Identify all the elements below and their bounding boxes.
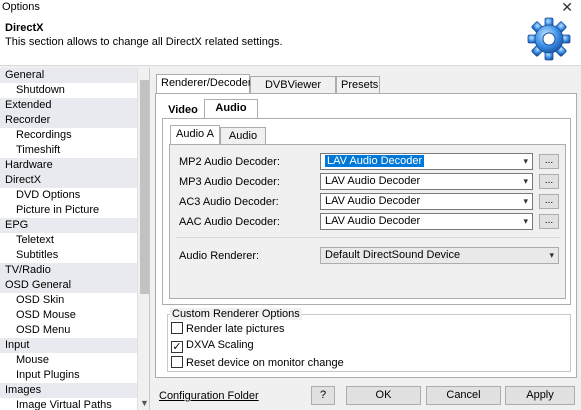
cancel-button[interactable]: Cancel [426,386,501,405]
mp3-decoder-label: MP3 Audio Decoder: [179,176,280,188]
sidebar-item-directx[interactable]: DirectX [0,173,149,188]
audio-renderer-value: Default DirectSound Device [325,249,461,261]
audio-renderer-label: Audio Renderer: [179,250,260,262]
ac3-decoder-label: AC3 Audio Decoder: [179,196,279,208]
sidebar-item-images[interactable]: Images [0,383,149,398]
aac-decoder-value: LAV Audio Decoder [325,215,421,227]
aac-decoder-label: AAC Audio Decoder: [179,216,280,228]
mp2-decoder-value: LAV Audio Decoder [325,155,425,167]
sidebar-item-osd-menu[interactable]: OSD Menu [0,323,149,338]
tab-audio-b[interactable]: Audio B [220,127,266,158]
mp2-decoder-options-button[interactable]: ... [539,154,559,169]
tab-video[interactable]: Video [162,101,204,119]
sidebar-item-timeshift[interactable]: Timeshift [0,143,149,158]
aac-decoder-options-button[interactable]: ... [539,214,559,229]
section-description: This section allows to change all Direct… [5,36,283,48]
sidebar-item-osd-mouse[interactable]: OSD Mouse [0,308,149,323]
custom-renderer-options-title: Custom Renderer Options [170,308,302,320]
check-icon[interactable]: ✓ [171,341,183,353]
help-button[interactable]: ? [311,386,335,405]
mp3-decoder-options-button[interactable]: ... [539,174,559,189]
mp3-decoder-value: LAV Audio Decoder [325,175,421,187]
divider [176,237,560,238]
dxva-scaling-checkbox[interactable]: ✓ DXVA Scaling [171,339,254,353]
sidebar-item-mouse[interactable]: Mouse [0,353,149,368]
render-late-pictures-label: Render late pictures [186,323,285,335]
title-bar: Options ✕ [0,0,581,15]
render-late-pictures-checkbox[interactable]: Render late pictures [171,322,284,336]
reset-device-label: Reset device on monitor change [186,357,344,369]
tab-audio-a[interactable]: Audio A [170,125,220,145]
section-title: DirectX [5,22,44,34]
sidebar-item-picture-in-picture[interactable]: Picture in Picture [0,203,149,218]
tab-presets[interactable]: Presets [336,76,380,94]
chevron-down-icon: ▾ [523,156,528,166]
chevron-down-icon: ▾ [523,176,528,186]
chevron-down-icon: ▾ [549,250,554,260]
apply-button[interactable]: Apply [505,386,575,405]
ok-button[interactable]: OK [346,386,421,405]
mp2-decoder-select[interactable]: LAV Audio Decoder ▾ [320,153,533,170]
section-header: DirectX This section allows to change al… [0,14,581,66]
scroll-down-icon[interactable]: ▼ [140,398,149,408]
tab-renderer-decoder[interactable]: Renderer/Decoder [156,74,252,94]
configuration-folder-link[interactable]: Configuration Folder [159,390,259,402]
sidebar-item-epg[interactable]: EPG [0,218,149,233]
ac3-decoder-select[interactable]: LAV Audio Decoder ▾ [320,193,533,210]
tab-audio[interactable]: Audio [204,99,258,119]
checkbox-box[interactable] [171,322,183,334]
checkbox-box[interactable] [171,356,183,368]
ac3-decoder-options-button[interactable]: ... [539,194,559,209]
sidebar-scrollbar[interactable]: ▼ [137,68,149,410]
category-tree[interactable]: General Shutdown Extended Recorder Recor… [0,68,150,410]
sidebar-item-teletext[interactable]: Teletext [0,233,149,248]
sidebar-item-extended[interactable]: Extended [0,98,149,113]
window-title: Options [2,1,40,13]
sidebar-item-tv-radio[interactable]: TV/Radio [0,263,149,278]
sidebar-item-input[interactable]: Input [0,338,149,353]
sidebar-item-input-plugins[interactable]: Input Plugins [0,368,149,383]
dxva-scaling-label: DXVA Scaling [186,339,254,351]
mp3-decoder-select[interactable]: LAV Audio Decoder ▾ [320,173,533,190]
sidebar-item-subtitles[interactable]: Subtitles [0,248,149,263]
chevron-down-icon: ▾ [523,216,528,226]
sidebar-item-osd-general[interactable]: OSD General [0,278,149,293]
sidebar-item-shutdown[interactable]: Shutdown [0,83,149,98]
mp2-decoder-label: MP2 Audio Decoder: [179,156,280,168]
reset-device-checkbox[interactable]: Reset device on monitor change [171,356,344,370]
aac-decoder-select[interactable]: LAV Audio Decoder ▾ [320,213,533,230]
sidebar-item-general[interactable]: General [0,68,149,83]
sidebar-item-dvd-options[interactable]: DVD Options [0,188,149,203]
ac3-decoder-value: LAV Audio Decoder [325,195,421,207]
sidebar-item-recordings[interactable]: Recordings [0,128,149,143]
sidebar-item-osd-skin[interactable]: OSD Skin [0,293,149,308]
sidebar-item-hardware[interactable]: Hardware [0,158,149,173]
sidebar-item-image-virtual-paths[interactable]: Image Virtual Paths [0,398,149,410]
scroll-thumb[interactable] [140,80,149,294]
chevron-down-icon: ▾ [523,196,528,206]
gear-icon [527,17,571,61]
sidebar-item-recorder[interactable]: Recorder [0,113,149,128]
tab-dvbviewer-filter[interactable]: DVBViewer Filter [250,76,336,107]
audio-renderer-select[interactable]: Default DirectSound Device ▾ [320,247,559,264]
